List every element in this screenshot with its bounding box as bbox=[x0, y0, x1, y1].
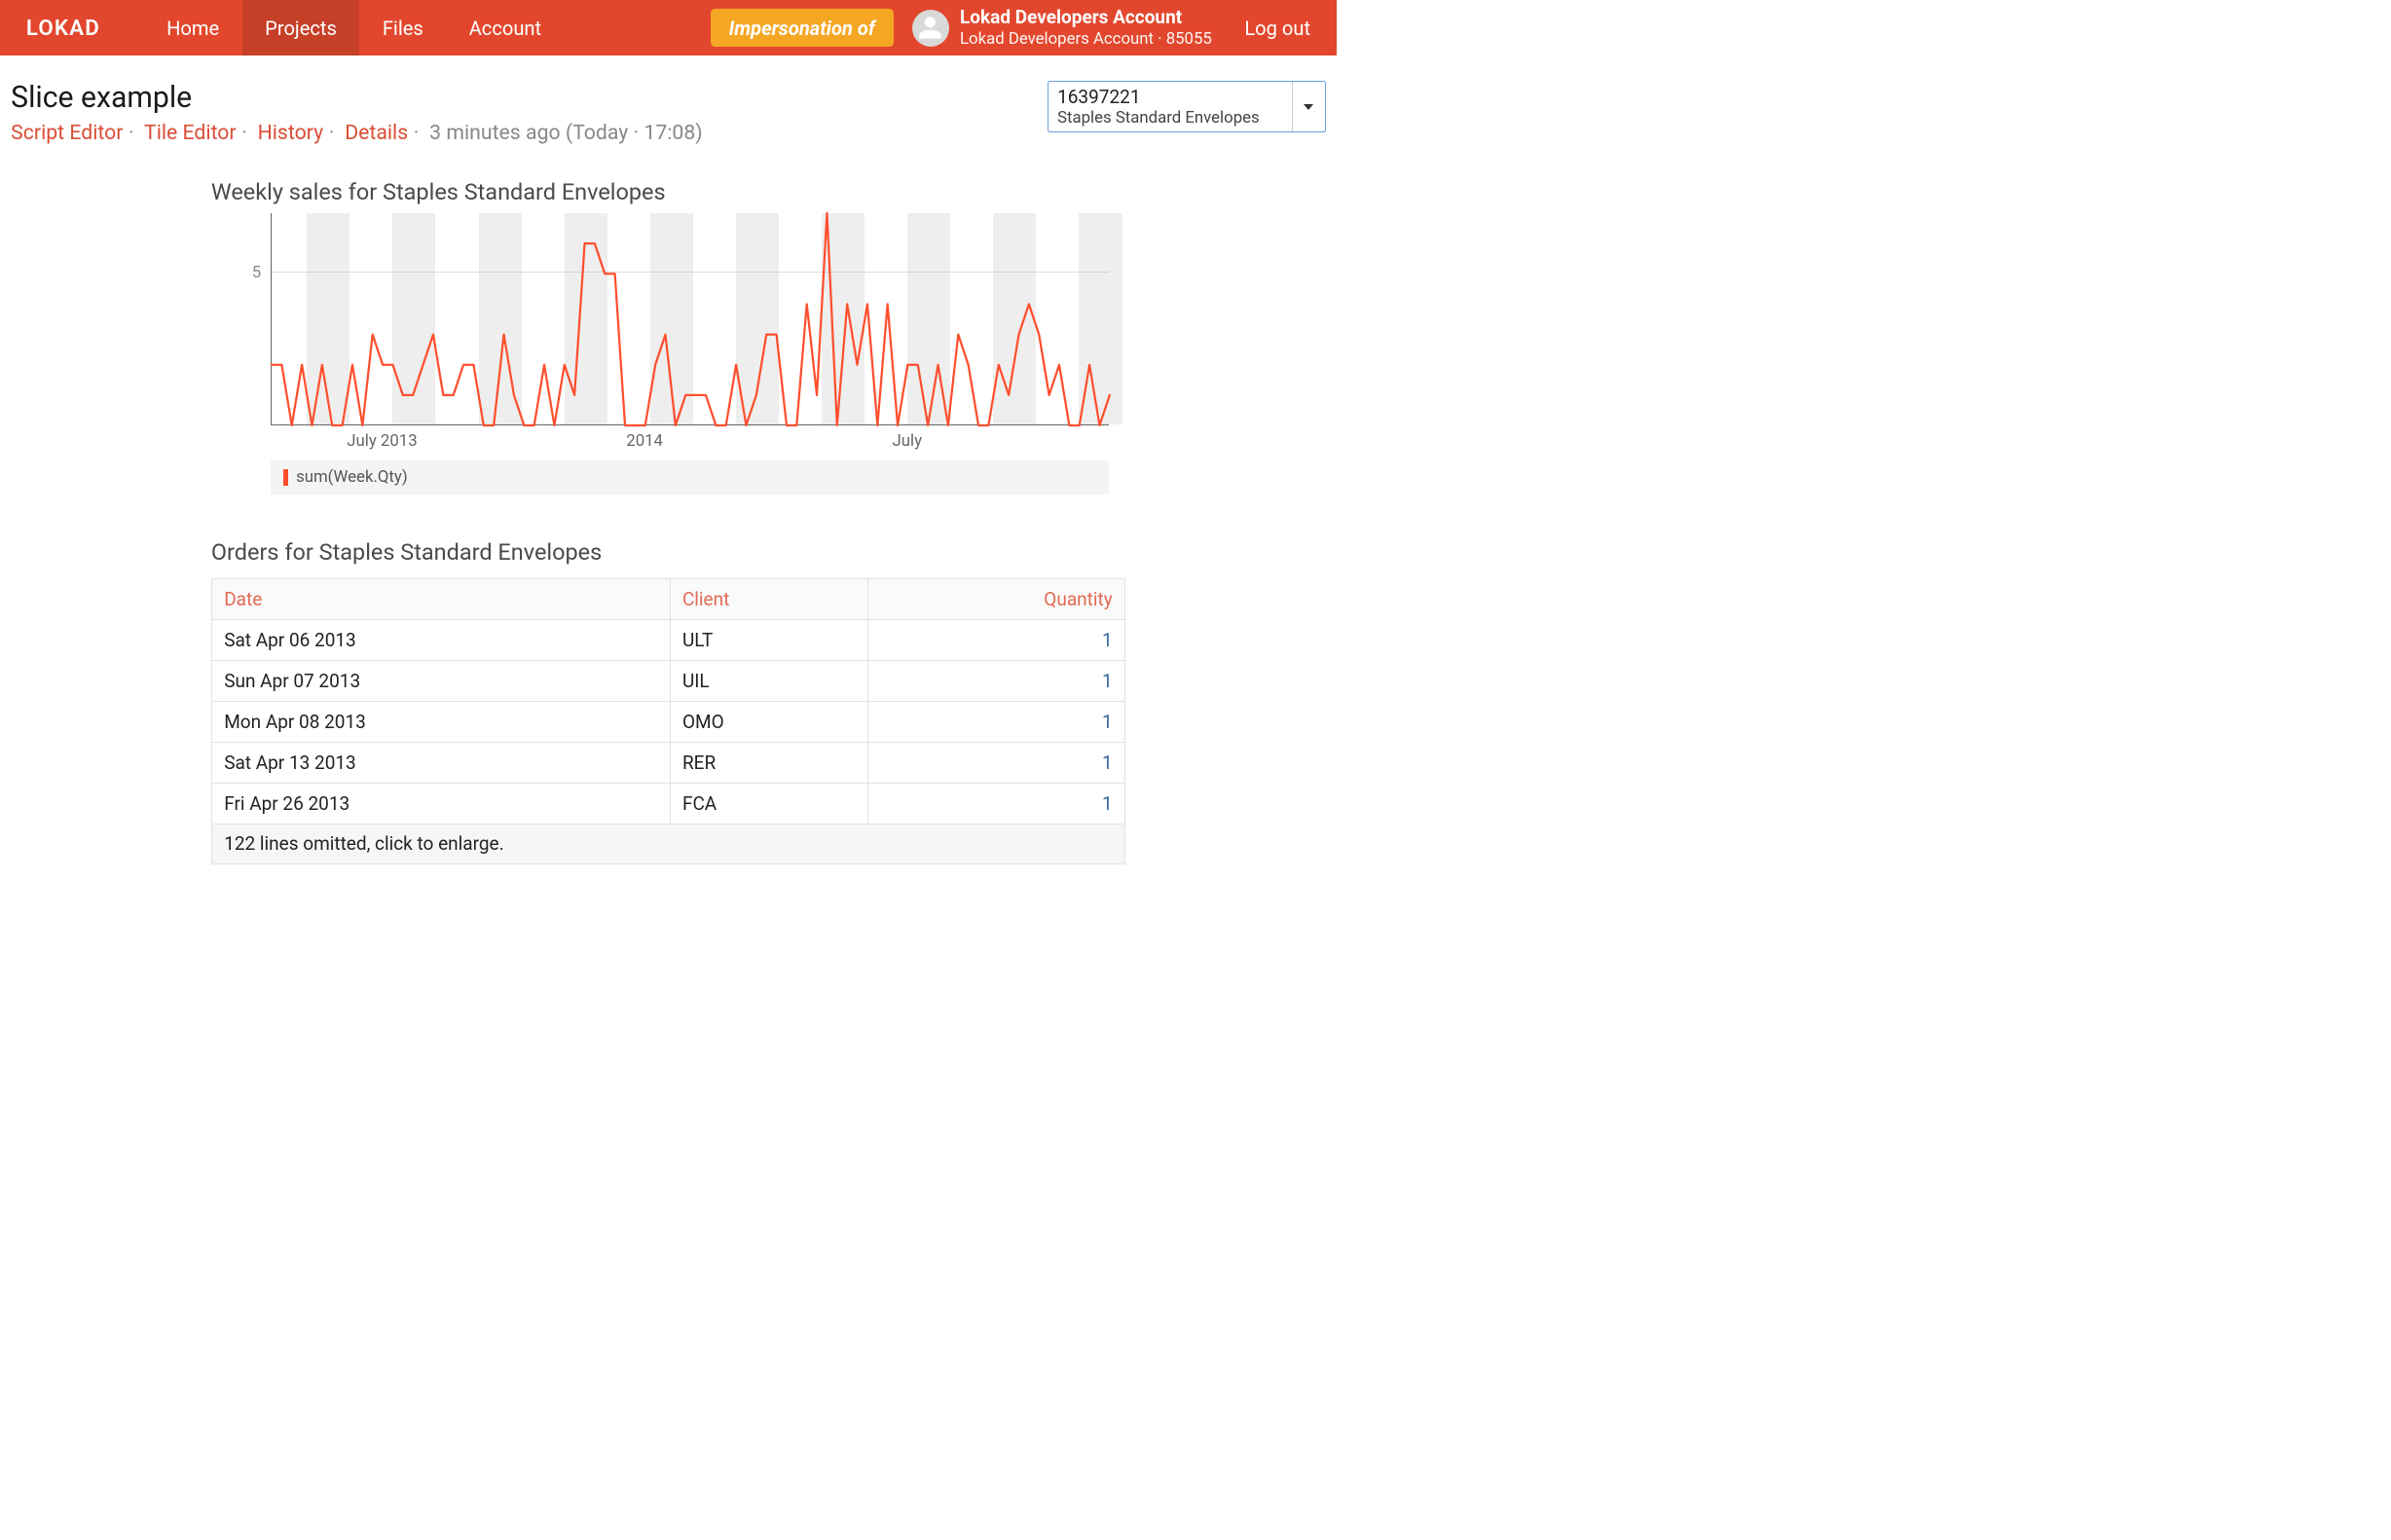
slice-id: 16397221 bbox=[1057, 86, 1260, 108]
slice-name: Staples Standard Envelopes bbox=[1057, 108, 1260, 128]
orders-cell-client: UIL bbox=[670, 661, 867, 702]
chart-xtick: July 2013 bbox=[347, 431, 417, 451]
orders-cell-qty: 1 bbox=[868, 783, 1125, 824]
orders-title: Orders for Staples Standard Envelopes bbox=[211, 538, 1125, 566]
orders-cell-qty: 1 bbox=[868, 701, 1125, 742]
chart-title: Weekly sales for Staples Standard Envelo… bbox=[211, 178, 1125, 205]
brand-logo[interactable]: LOKAD bbox=[26, 16, 100, 41]
avatar-icon bbox=[917, 15, 943, 41]
account-name: Lokad Developers Account bbox=[960, 7, 1212, 29]
orders-col-date[interactable]: Date bbox=[211, 579, 670, 620]
chevron-down-icon[interactable] bbox=[1292, 82, 1325, 132]
chart-xtick: 2014 bbox=[626, 431, 663, 451]
orders-cell-date: Sat Apr 06 2013 bbox=[211, 620, 670, 661]
breadcrumb-script-editor[interactable]: Script Editor bbox=[11, 121, 123, 145]
orders-cell-date: Sun Apr 07 2013 bbox=[211, 661, 670, 702]
breadcrumb-details[interactable]: Details bbox=[345, 121, 408, 145]
chart: 5 July 2013 2014 July bbox=[211, 213, 1125, 455]
nav-account[interactable]: Account bbox=[446, 0, 564, 55]
orders-cell-qty: 1 bbox=[868, 620, 1125, 661]
impersonation-badge[interactable]: Impersonation of bbox=[711, 9, 894, 48]
legend-swatch bbox=[283, 469, 289, 486]
nav-projects[interactable]: Projects bbox=[242, 0, 360, 55]
page-title: Slice example bbox=[11, 81, 703, 115]
table-row[interactable]: Sat Apr 13 2013RER1 bbox=[211, 742, 1124, 783]
chart-ytick-5: 5 bbox=[252, 263, 273, 282]
breadcrumb-timestamp: 3 minutes ago (Today · 17:08) bbox=[429, 121, 703, 145]
orders-cell-date: Mon Apr 08 2013 bbox=[211, 701, 670, 742]
orders-omitted-row[interactable]: 122 lines omitted, click to enlarge. bbox=[211, 824, 1124, 864]
orders-cell-client: FCA bbox=[670, 783, 867, 824]
account-block[interactable]: Lokad Developers Account Lokad Developer… bbox=[960, 7, 1212, 49]
chart-line bbox=[272, 213, 1110, 425]
account-subtitle: Lokad Developers Account · 85055 bbox=[960, 29, 1212, 49]
breadcrumb-tile-editor[interactable]: Tile Editor bbox=[144, 121, 237, 145]
navbar: LOKAD Home Projects Files Account Impers… bbox=[0, 0, 1337, 55]
chart-legend: sum(Week.Qty) bbox=[271, 460, 1109, 495]
logout-link[interactable]: Log out bbox=[1244, 17, 1310, 40]
nav-files[interactable]: Files bbox=[359, 0, 446, 55]
orders-cell-client: RER bbox=[670, 742, 867, 783]
table-row[interactable]: Sun Apr 07 2013UIL1 bbox=[211, 661, 1124, 702]
orders-table: Date Client Quantity Sat Apr 06 2013ULT1… bbox=[211, 578, 1125, 864]
orders-cell-client: ULT bbox=[670, 620, 867, 661]
orders-cell-date: Fri Apr 26 2013 bbox=[211, 783, 670, 824]
orders-cell-qty: 1 bbox=[868, 661, 1125, 702]
table-row[interactable]: Fri Apr 26 2013FCA1 bbox=[211, 783, 1124, 824]
avatar[interactable] bbox=[912, 10, 949, 47]
table-row[interactable]: Mon Apr 08 2013OMO1 bbox=[211, 701, 1124, 742]
orders-col-client[interactable]: Client bbox=[670, 579, 867, 620]
slice-selector[interactable]: 16397221 Staples Standard Envelopes bbox=[1048, 81, 1326, 133]
chart-xtick: July bbox=[893, 431, 923, 451]
orders-cell-client: OMO bbox=[670, 701, 867, 742]
breadcrumb-history[interactable]: History bbox=[258, 121, 324, 145]
legend-label: sum(Week.Qty) bbox=[296, 467, 408, 487]
breadcrumb: Script Editor· Tile Editor· History· Det… bbox=[11, 121, 703, 145]
orders-col-quantity[interactable]: Quantity bbox=[868, 579, 1125, 620]
orders-cell-qty: 1 bbox=[868, 742, 1125, 783]
orders-cell-date: Sat Apr 13 2013 bbox=[211, 742, 670, 783]
nav-home[interactable]: Home bbox=[144, 0, 242, 55]
table-row[interactable]: Sat Apr 06 2013ULT1 bbox=[211, 620, 1124, 661]
